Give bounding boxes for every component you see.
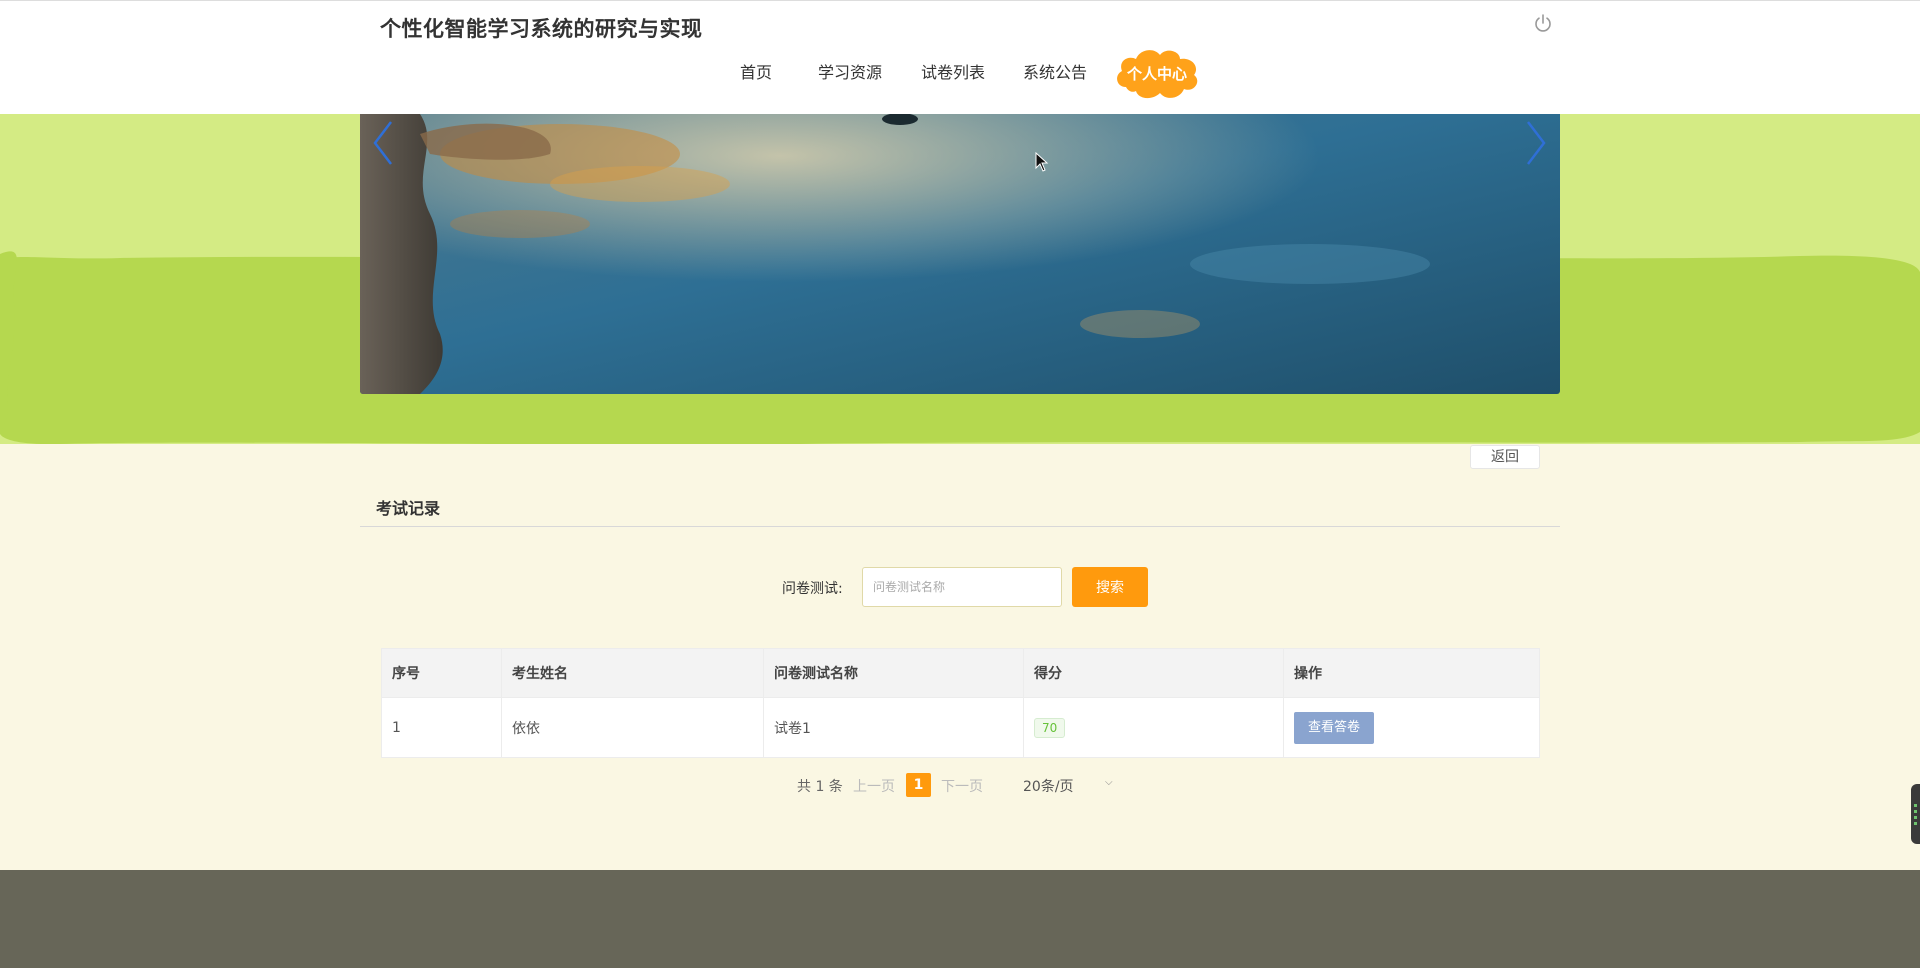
nav-home[interactable]: 首页 <box>740 59 772 83</box>
table-header-row: 序号 考生姓名 问卷测试名称 得分 操作 <box>381 648 1540 698</box>
pagination-current-page[interactable]: 1 <box>906 773 931 797</box>
cell-student-name: 依依 <box>501 697 764 758</box>
cell-paper-name: 试卷1 <box>763 697 1024 758</box>
view-answers-button[interactable]: 查看答卷 <box>1294 711 1374 744</box>
personal-center-label: 个人中心 <box>1126 65 1187 83</box>
page-size-select[interactable]: 20条/页 ⌵ <box>995 773 1123 798</box>
cell-actions: 查看答卷 <box>1283 697 1540 758</box>
search-input[interactable] <box>862 567 1062 607</box>
nav-announcements[interactable]: 系统公告 <box>1023 59 1087 83</box>
search-label: 问卷测试: <box>782 581 843 597</box>
section-divider <box>360 526 1560 527</box>
header-actions: 操作 <box>1283 648 1540 698</box>
arrow-left-icon[interactable] <box>369 118 399 168</box>
arrow-right-icon[interactable] <box>1520 118 1550 168</box>
cell-score: 70 <box>1023 697 1284 758</box>
chevron-down-icon: ⌵ <box>1105 777 1113 788</box>
main-nav: 首页 学习资源 试卷列表 系统公告 <box>0 59 1920 89</box>
header-student-name: 考生姓名 <box>501 648 764 698</box>
pagination-total: 共 1 条 <box>797 779 843 795</box>
section-title: 考试记录 <box>376 499 441 518</box>
pagination-next[interactable]: 下一页 <box>941 776 983 796</box>
header-index: 序号 <box>381 648 502 698</box>
nav-exam-list[interactable]: 试卷列表 <box>921 59 985 83</box>
pagination-prev[interactable]: 上一页 <box>853 776 895 796</box>
pagination: 共 1 条 上一页 1 下一页 <box>0 773 1920 799</box>
site-title: 个性化智能学习系统的研究与实现 <box>380 17 703 41</box>
header-paper-name: 问卷测试名称 <box>763 648 1024 698</box>
exam-records-table: 序号 考生姓名 问卷测试名称 得分 操作 1 依依 试卷1 70 查看答卷 <box>381 648 1540 758</box>
mouse-cursor-icon <box>1035 152 1049 172</box>
cell-index: 1 <box>381 697 502 758</box>
power-icon[interactable] <box>1533 13 1553 33</box>
banner-carousel[interactable] <box>360 114 1560 394</box>
page-size-value: 20条/页 <box>1023 779 1074 795</box>
side-widget-tab[interactable] <box>1911 784 1920 844</box>
header: 个性化智能学习系统的研究与实现 首页 学习资源 试卷列表 系统公告 个人中心 <box>0 0 1920 114</box>
header-score: 得分 <box>1023 648 1284 698</box>
banner-image <box>360 114 1560 394</box>
score-badge: 70 <box>1034 717 1066 738</box>
nav-learning-resources[interactable]: 学习资源 <box>818 59 882 83</box>
nav-personal-center[interactable]: 个人中心 <box>1112 45 1202 105</box>
footer <box>0 870 1920 968</box>
table-row: 1 依依 试卷1 70 查看答卷 <box>381 697 1540 758</box>
back-button[interactable]: 返回 <box>1470 445 1540 469</box>
search-button[interactable]: 搜索 <box>1072 567 1148 607</box>
